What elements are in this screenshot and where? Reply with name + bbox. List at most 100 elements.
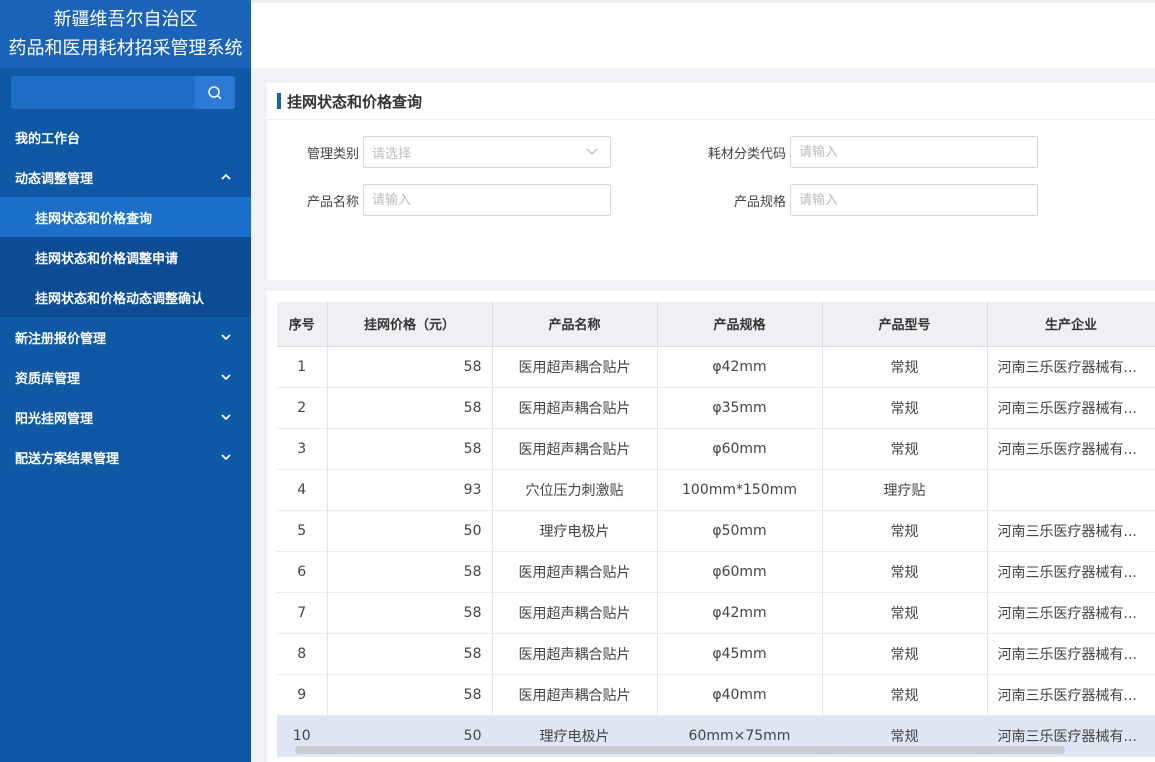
page-title-text: 挂网状态和价格查询 — [287, 92, 423, 111]
column-header[interactable]: 产品型号 — [822, 302, 988, 347]
table-cell: 58 — [327, 633, 493, 675]
table-cell: 医用超声耦合贴片 — [492, 387, 658, 429]
title-accent-bar — [277, 93, 281, 109]
category-select[interactable]: 请选择 — [363, 136, 611, 168]
name-input[interactable] — [363, 184, 611, 216]
sidebar-item-label: 阳光挂网管理 — [15, 411, 94, 427]
table-row[interactable]: 7 58 医用超声耦合贴片 φ42mm 常规 河南三乐医疗器械有... — [277, 592, 1155, 634]
horizontal-scrollbar[interactable] — [295, 746, 1065, 754]
table-cell: 常规 — [822, 551, 988, 593]
table-cell — [987, 469, 1155, 511]
table-cell: 河南三乐医疗器械有... — [987, 428, 1155, 470]
table-row[interactable]: 6 58 医用超声耦合贴片 φ60mm 常规 河南三乐医疗器械有... — [277, 551, 1155, 593]
search-icon — [208, 85, 222, 100]
code-input[interactable] — [790, 136, 1038, 168]
table-cell: 河南三乐医疗器械有... — [987, 346, 1155, 388]
table-row[interactable]: 9 58 医用超声耦合贴片 φ40mm 常规 河南三乐医疗器械有... — [277, 674, 1155, 716]
column-header[interactable]: 产品规格 — [657, 302, 823, 347]
column-header[interactable]: 产品名称 — [492, 302, 658, 347]
chevron-down-icon — [586, 148, 598, 155]
results-table: 序号 挂网价格（元） 产品名称 产品规格 产品型号 生产企业 1 58 医用超声耦合… — [277, 302, 1155, 757]
brand: 新疆维吾尔自治区 药品和医用耗材招采管理系统 — [0, 0, 251, 68]
category-label: 管理类别 — [306, 146, 359, 162]
sidebar-item-qualification[interactable]: 资质库管理 — [0, 357, 251, 397]
table-cell: 常规 — [822, 346, 988, 388]
top-header — [251, 0, 1155, 68]
table-cell: 58 — [327, 428, 493, 470]
table-cell: φ35mm — [657, 387, 823, 429]
sidebar-item-sunshine[interactable]: 阳光挂网管理 — [0, 397, 251, 437]
field-spec: 产品规格 — [694, 184, 1038, 216]
table-cell: 河南三乐医疗器械有... — [987, 633, 1155, 675]
table-row[interactable]: 1 58 医用超声耦合贴片 φ42mm 常规 河南三乐医疗器械有... — [277, 346, 1155, 388]
sidebar-item-dynamic-adjust[interactable]: 动态调整管理 — [0, 157, 251, 197]
table-cell: 常规 — [822, 592, 988, 634]
brand-title-line2: 药品和医用耗材招采管理系统 — [8, 38, 243, 59]
table-cell: 常规 — [822, 633, 988, 675]
table-cell: 河南三乐医疗器械有... — [987, 510, 1155, 552]
sidebar-item-label: 资质库管理 — [15, 371, 81, 387]
table-cell: 6 — [277, 551, 328, 593]
sidebar-search-button[interactable] — [195, 76, 235, 109]
table-cell: 医用超声耦合贴片 — [492, 551, 658, 593]
sidebar-item-label: 我的工作台 — [15, 131, 81, 147]
table-cell: 93 — [327, 469, 493, 511]
sidebar-search — [0, 68, 251, 117]
chevron-down-icon — [221, 414, 231, 421]
table-cell: 医用超声耦合贴片 — [492, 674, 658, 716]
table-row[interactable]: 8 58 医用超声耦合贴片 φ45mm 常规 河南三乐医疗器械有... — [277, 633, 1155, 675]
table-cell: 河南三乐医疗器械有... — [987, 674, 1155, 716]
code-label: 耗材分类代码 — [707, 146, 786, 162]
table-cell: φ42mm — [657, 592, 823, 634]
table-header-row: 序号 挂网价格（元） 产品名称 产品规格 产品型号 生产企业 — [277, 302, 1155, 347]
table-cell: 1 — [277, 346, 328, 388]
sidebar-item-label: 挂网状态和价格调整申请 — [35, 251, 179, 267]
table-cell: φ45mm — [657, 633, 823, 675]
query-panel: 挂网状态和价格查询 管理类别 请选择 耗材分类代码 产品名称 产品规格 — [267, 83, 1155, 280]
category-placeholder: 请选择 — [372, 146, 412, 162]
table-row[interactable]: 5 50 理疗电极片 φ50mm 常规 河南三乐医疗器械有... — [277, 510, 1155, 552]
sidebar: 新疆维吾尔自治区 药品和医用耗材招采管理系统 我的工作台 动态调整管理 挂网状态… — [0, 0, 251, 762]
table-cell: 常规 — [822, 510, 988, 552]
sidebar-item-workbench[interactable]: 我的工作台 — [0, 117, 251, 157]
table-cell: 常规 — [822, 387, 988, 429]
table-cell: 理疗电极片 — [492, 510, 658, 552]
sidebar-item-price-adjust-apply[interactable]: 挂网状态和价格调整申请 — [0, 237, 251, 277]
table-cell: 58 — [327, 592, 493, 634]
sidebar-item-delivery[interactable]: 配送方案结果管理 — [0, 437, 251, 477]
sidebar-item-label: 动态调整管理 — [15, 171, 94, 187]
table-cell: 3 — [277, 428, 328, 470]
column-header[interactable]: 生产企业 — [987, 302, 1155, 347]
sidebar-item-label: 新注册报价管理 — [15, 331, 107, 347]
table-panel: 序号 挂网价格（元） 产品名称 产品规格 产品型号 生产企业 1 58 医用超声耦合… — [267, 291, 1155, 762]
table-cell: 58 — [327, 346, 493, 388]
table-cell: 理疗贴 — [822, 469, 988, 511]
sidebar-search-input[interactable] — [11, 76, 195, 109]
sidebar-search-box — [11, 76, 235, 109]
table-cell: 医用超声耦合贴片 — [492, 633, 658, 675]
table-cell: 河南三乐医疗器械有... — [987, 387, 1155, 429]
table-cell: 5 — [277, 510, 328, 552]
spec-input[interactable] — [790, 184, 1038, 216]
sidebar-item-new-registration[interactable]: 新注册报价管理 — [0, 317, 251, 357]
sidebar-item-price-query[interactable]: 挂网状态和价格查询 — [0, 197, 251, 237]
table-row[interactable]: 3 58 医用超声耦合贴片 φ60mm 常规 河南三乐医疗器械有... — [277, 428, 1155, 470]
sidebar-item-label: 配送方案结果管理 — [15, 451, 120, 467]
column-header[interactable]: 序号 — [277, 302, 328, 347]
column-header[interactable]: 挂网价格（元） — [327, 302, 493, 347]
table-row[interactable]: 2 58 医用超声耦合贴片 φ35mm 常规 河南三乐医疗器械有... — [277, 387, 1155, 429]
table-cell: 50 — [327, 510, 493, 552]
table-cell: 58 — [327, 387, 493, 429]
table-cell: 河南三乐医疗器械有... — [987, 551, 1155, 593]
table-cell: φ60mm — [657, 551, 823, 593]
chevron-up-icon — [221, 173, 231, 180]
table-cell: φ60mm — [657, 428, 823, 470]
table-row[interactable]: 4 93 穴位压力刺激贴 100mm*150mm 理疗贴 — [277, 469, 1155, 511]
brand-title-line1: 新疆维吾尔自治区 — [53, 9, 198, 30]
sidebar-item-price-adjust-confirm[interactable]: 挂网状态和价格动态调整确认 — [0, 277, 251, 317]
table-cell: 4 — [277, 469, 328, 511]
spec-label: 产品规格 — [733, 194, 786, 210]
table-cell: 医用超声耦合贴片 — [492, 346, 658, 388]
sidebar-item-label: 挂网状态和价格动态调整确认 — [35, 291, 205, 307]
table-cell: φ50mm — [657, 510, 823, 552]
